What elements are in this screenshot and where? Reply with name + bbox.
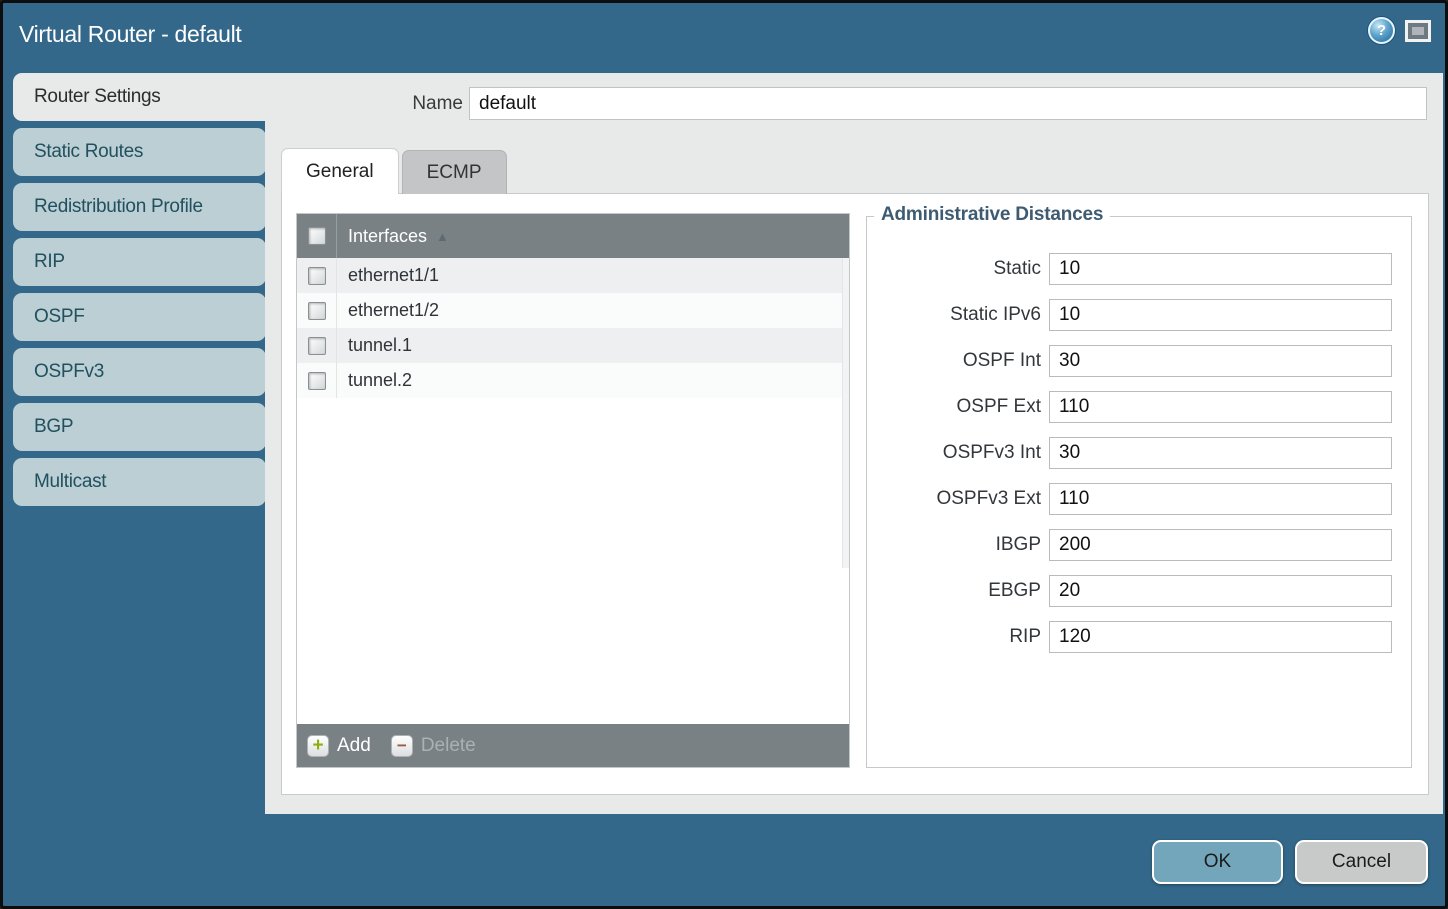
restore-window-icon[interactable]: [1405, 20, 1431, 42]
distance-field-label: IBGP: [867, 534, 1049, 556]
distance-field-input[interactable]: [1049, 575, 1392, 607]
distance-field-input[interactable]: [1049, 253, 1392, 285]
sidebar-item-label: RIP: [34, 251, 65, 272]
delete-minus-icon: −: [391, 735, 413, 757]
interfaces-table-header[interactable]: Interfaces ▲: [297, 214, 849, 258]
table-row[interactable]: tunnel.2: [297, 363, 849, 398]
interfaces-table-body: ethernet1/1 ethernet1/2 tunnel.1: [297, 258, 849, 724]
row-checkbox-cell: [297, 363, 337, 398]
delete-button[interactable]: − Delete: [391, 735, 476, 757]
distance-field-label: OSPFv3 Int: [867, 442, 1049, 464]
restore-window-icon-inner: [1412, 27, 1424, 35]
distance-field-row: OSPFv3 Ext: [867, 483, 1411, 515]
administrative-distances-fieldset: Administrative Distances Static Static I…: [866, 216, 1412, 768]
virtual-router-dialog: Virtual Router - default ? Router Settin…: [0, 0, 1448, 909]
add-plus-icon: +: [307, 735, 329, 757]
interfaces-column-label: Interfaces: [348, 226, 427, 247]
interface-name: tunnel.2: [337, 370, 412, 391]
distance-field-row: OSPF Int: [867, 345, 1411, 377]
sidebar-item-label: OSPFv3: [34, 361, 104, 382]
tab-label: ECMP: [427, 162, 482, 183]
sidebar-item[interactable]: OSPF: [13, 293, 266, 341]
row-checkbox[interactable]: [308, 372, 326, 390]
name-label: Name: [355, 93, 463, 115]
sidebar-item[interactable]: Static Routes: [13, 128, 266, 176]
distance-field-input[interactable]: [1049, 483, 1392, 515]
sidebar-item-label: Redistribution Profile: [34, 196, 203, 217]
distance-field-input[interactable]: [1049, 621, 1392, 653]
interfaces-table-footer: + Add − Delete: [297, 724, 849, 767]
distance-field-row: Static IPv6: [867, 299, 1411, 331]
distance-field-row: EBGP: [867, 575, 1411, 607]
sidebar-item-label: Static Routes: [34, 141, 143, 162]
distance-field-label: OSPF Int: [867, 350, 1049, 372]
distance-field-input[interactable]: [1049, 391, 1392, 423]
sidebar-item-label: Multicast: [34, 471, 106, 492]
tab[interactable]: ECMP: [402, 150, 507, 194]
distance-field-label: RIP: [867, 626, 1049, 648]
distance-field-label: OSPF Ext: [867, 396, 1049, 418]
sidebar-item[interactable]: Multicast: [13, 458, 266, 506]
select-all-cell: [297, 214, 337, 258]
distance-field-row: OSPFv3 Int: [867, 437, 1411, 469]
sort-ascending-icon: ▲: [436, 229, 449, 244]
tab-label: General: [306, 161, 374, 182]
titlebar-icons: ?: [1368, 17, 1431, 44]
administrative-distances-rows: Static Static IPv6 OSPF Int OSPF Ext: [867, 217, 1411, 653]
sidebar-item[interactable]: Router Settings: [13, 73, 271, 121]
table-scrollbar-track[interactable]: [842, 258, 849, 568]
ok-button[interactable]: OK: [1152, 840, 1283, 884]
content-area: Name General ECMP Interfaces ▲: [265, 73, 1443, 814]
add-button[interactable]: + Add: [307, 735, 371, 757]
row-checkbox[interactable]: [308, 302, 326, 320]
table-row[interactable]: ethernet1/1: [297, 258, 849, 293]
sidebar: Router Settings Static Routes Redistribu…: [13, 73, 269, 513]
table-row[interactable]: ethernet1/2: [297, 293, 849, 328]
row-checkbox[interactable]: [308, 267, 326, 285]
sidebar-item-label: Router Settings: [34, 86, 160, 107]
sidebar-item[interactable]: Redistribution Profile: [13, 183, 266, 231]
interfaces-table: Interfaces ▲ ethernet1/1: [296, 213, 850, 768]
interface-name: ethernet1/2: [337, 300, 439, 321]
interface-name: tunnel.1: [337, 335, 412, 356]
select-all-checkbox[interactable]: [308, 227, 326, 245]
row-checkbox-cell: [297, 328, 337, 363]
interfaces-rows: ethernet1/1 ethernet1/2 tunnel.1: [297, 258, 849, 398]
row-checkbox-cell: [297, 293, 337, 328]
distance-field-row: RIP: [867, 621, 1411, 653]
administrative-distances-legend: Administrative Distances: [874, 204, 1110, 226]
add-button-label: Add: [337, 735, 371, 757]
distance-field-input[interactable]: [1049, 299, 1392, 331]
cancel-button[interactable]: Cancel: [1295, 840, 1428, 884]
interfaces-column-header[interactable]: Interfaces ▲: [337, 226, 449, 247]
distance-field-row: IBGP: [867, 529, 1411, 561]
distance-field-label: OSPFv3 Ext: [867, 488, 1049, 510]
sidebar-item-label: OSPF: [34, 306, 85, 327]
sidebar-item[interactable]: OSPFv3: [13, 348, 266, 396]
distance-field-input[interactable]: [1049, 345, 1392, 377]
sidebar-item[interactable]: RIP: [13, 238, 266, 286]
sidebar-item-label: BGP: [34, 416, 73, 437]
distance-field-input[interactable]: [1049, 529, 1392, 561]
general-tab-panel: Interfaces ▲ ethernet1/1: [281, 193, 1429, 795]
tab[interactable]: General: [281, 148, 399, 194]
distance-field-input[interactable]: [1049, 437, 1392, 469]
distance-field-label: Static: [867, 258, 1049, 280]
name-input[interactable]: [469, 87, 1427, 120]
row-checkbox-cell: [297, 258, 337, 293]
distance-field-row: OSPF Ext: [867, 391, 1411, 423]
help-icon[interactable]: ?: [1368, 17, 1395, 44]
dialog-title: Virtual Router - default: [19, 21, 242, 48]
tabstrip: General ECMP: [281, 148, 510, 194]
distance-field-row: Static: [867, 253, 1411, 285]
sidebar-item[interactable]: BGP: [13, 403, 266, 451]
titlebar: Virtual Router - default ?: [3, 3, 1445, 69]
table-row[interactable]: tunnel.1: [297, 328, 849, 363]
interface-name: ethernet1/1: [337, 265, 439, 286]
delete-button-label: Delete: [421, 735, 476, 757]
distance-field-label: Static IPv6: [867, 304, 1049, 326]
distance-field-label: EBGP: [867, 580, 1049, 602]
row-checkbox[interactable]: [308, 337, 326, 355]
